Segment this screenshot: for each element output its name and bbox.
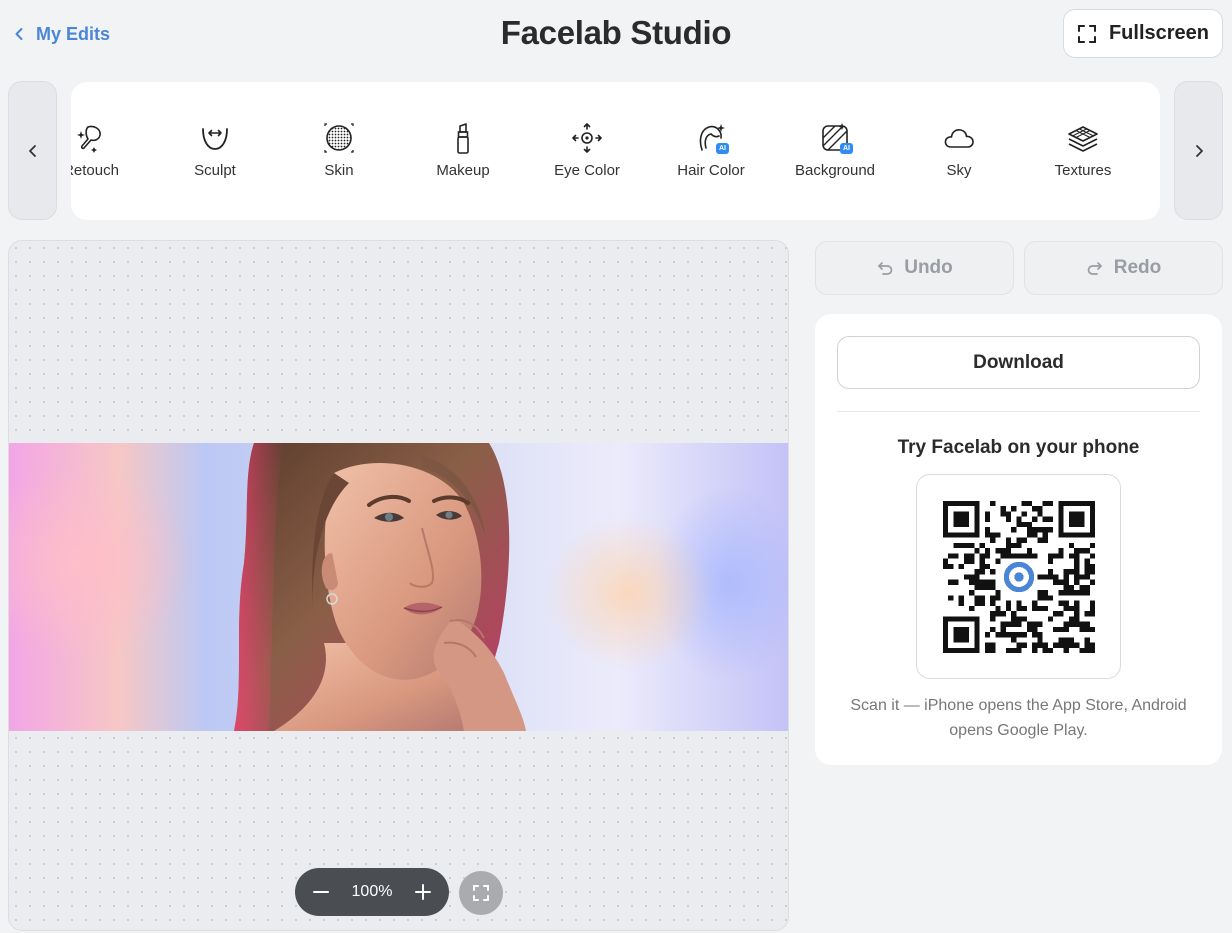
tool-retouch[interactable]: Retouch xyxy=(71,120,146,184)
portrait-image xyxy=(214,443,534,731)
tool-label: Eye Color xyxy=(554,162,620,179)
ai-badge: AI xyxy=(716,143,729,154)
lipstick-icon xyxy=(445,120,481,156)
qr-code-box xyxy=(916,474,1121,679)
tool-label: Skin xyxy=(324,162,354,179)
zoom-controls: 100% xyxy=(295,868,449,916)
redo-icon xyxy=(1087,262,1102,275)
photo-preview xyxy=(9,443,788,731)
background-icon: AI xyxy=(817,120,853,156)
cloud-icon xyxy=(941,120,977,156)
ai-badge: AI xyxy=(840,143,853,154)
tool-label: Background xyxy=(794,162,876,179)
fit-to-screen-button[interactable] xyxy=(459,871,503,915)
eye-move-icon xyxy=(569,120,605,156)
hair-icon: AI xyxy=(693,120,729,156)
fullscreen-button[interactable]: Fullscreen xyxy=(1063,9,1223,58)
tool-makeup[interactable]: Makeup xyxy=(408,120,518,184)
zoom-level: 100% xyxy=(351,883,393,900)
download-button[interactable]: Download xyxy=(837,336,1200,389)
layers-icon xyxy=(1065,120,1101,156)
undo-label: Undo xyxy=(904,257,953,278)
fullscreen-icon xyxy=(1077,24,1096,43)
minus-icon xyxy=(313,891,329,893)
tool-strip: Retouch Sculpt Skin Makeup Eye Color AI … xyxy=(71,82,1160,220)
redo-button[interactable]: Redo xyxy=(1024,241,1223,295)
qr-code-icon xyxy=(942,500,1095,653)
undo-button[interactable]: Undo xyxy=(815,241,1014,295)
editor-canvas[interactable]: 100% xyxy=(8,240,789,931)
phone-promo-title: Try Facelab on your phone xyxy=(897,437,1140,458)
export-panel: Download Try Facelab on your phone Scan … xyxy=(815,314,1222,765)
tool-background[interactable]: AI Background xyxy=(780,120,890,184)
plus-icon xyxy=(414,884,431,900)
page-title: Facelab Studio xyxy=(500,14,732,51)
tool-eye-color[interactable]: Eye Color xyxy=(532,120,642,184)
undo-icon xyxy=(878,262,893,275)
divider xyxy=(837,411,1200,412)
redo-label: Redo xyxy=(1113,257,1162,278)
chevron-right-icon xyxy=(1195,144,1203,157)
tool-skin[interactable]: Skin xyxy=(284,120,394,184)
tool-label: Retouch xyxy=(71,162,119,179)
fullscreen-label: Fullscreen xyxy=(1108,22,1210,44)
tool-sculpt[interactable]: Sculpt xyxy=(160,120,270,184)
tool-hair-color[interactable]: AI Hair Color xyxy=(656,120,766,184)
tools-scroll-left-button[interactable] xyxy=(8,81,57,220)
tools-scroll-right-button[interactable] xyxy=(1174,81,1223,220)
skin-icon xyxy=(321,120,357,156)
fit-screen-icon xyxy=(473,885,489,901)
tool-label: Sky xyxy=(946,162,972,179)
zoom-in-button[interactable] xyxy=(413,882,433,902)
tool-label: Hair Color xyxy=(677,162,745,179)
tool-textures[interactable]: Textures xyxy=(1028,120,1138,184)
retouch-icon xyxy=(73,120,109,156)
tool-sky[interactable]: Sky xyxy=(904,120,1014,184)
tool-label: Sculpt xyxy=(194,162,236,179)
sculpt-icon xyxy=(197,120,233,156)
zoom-out-button[interactable] xyxy=(311,882,331,902)
tool-label: Textures xyxy=(1054,162,1112,179)
tool-label: Makeup xyxy=(436,162,490,179)
scan-instructions: Scan it — iPhone opens the App Store, An… xyxy=(850,697,1187,739)
chevron-left-icon xyxy=(28,144,36,157)
